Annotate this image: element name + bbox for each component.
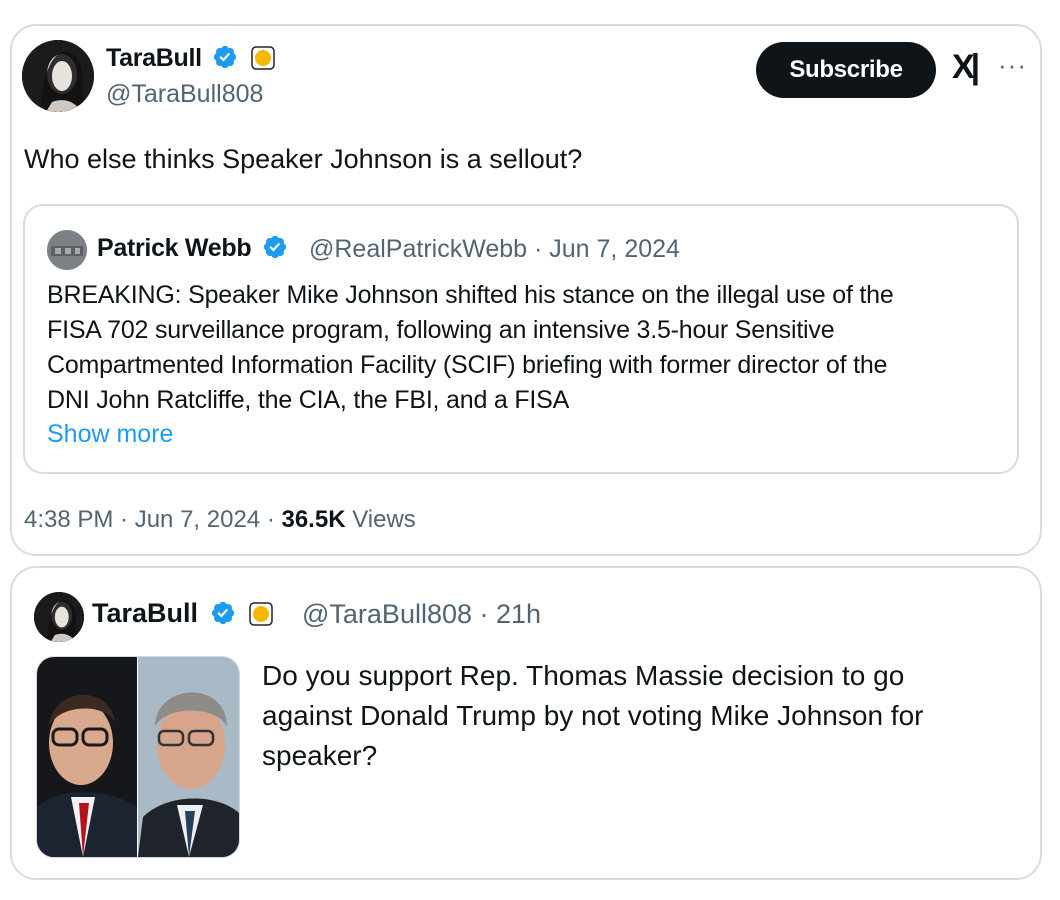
quoted-tweet-text: BREAKING: Speaker Mike Johnson shifted h…: [47, 278, 1007, 418]
quoted-author-avatar[interactable]: [47, 230, 87, 270]
quoted-author-name[interactable]: Patrick Webb: [97, 234, 252, 262]
more-icon[interactable]: ···: [998, 50, 1027, 81]
gold-emoji-icon: [249, 602, 273, 626]
reply-text-line: speaker?: [262, 740, 378, 771]
tweet-timestamp[interactable]: 4:38 PM · Jun 7, 2024 ·: [24, 506, 281, 533]
reply-text-line: against Donald Trump by not voting Mike …: [262, 700, 924, 731]
quoted-text-line: Compartmented Information Facility (SCIF…: [47, 351, 888, 379]
verified-badge-icon: [211, 601, 234, 625]
tweet-footer: 4:38 PM · Jun 7, 2024 · 36.5K Views: [24, 506, 416, 534]
reply-tweet-text: Do you support Rep. Thomas Massie decisi…: [262, 656, 1022, 776]
x-logo-icon[interactable]: X|: [952, 48, 980, 87]
quoted-text-line: DNI John Ratcliffe, the CIA, the FBI, an…: [47, 386, 570, 414]
tweet-text: Who else thinks Speaker Johnson is a sel…: [24, 144, 583, 174]
quoted-text-line: BREAKING: Speaker Mike Johnson shifted h…: [47, 281, 894, 309]
reply-handle-time[interactable]: @TaraBull808 · 21h: [302, 599, 541, 630]
verified-badge-icon: [263, 235, 287, 259]
verified-badge-icon: [214, 45, 237, 69]
quoted-author-name-row: Patrick Webb: [97, 234, 288, 263]
gold-emoji-icon: [251, 46, 275, 70]
author-name[interactable]: TaraBull: [92, 598, 198, 628]
author-name-row: TaraBull: [92, 598, 273, 629]
reply-text-line: Do you support Rep. Thomas Massie decisi…: [262, 660, 905, 691]
quoted-tweet[interactable]: Patrick Webb @RealPatrickWebb · Jun 7, 2…: [23, 204, 1019, 474]
subscribe-button[interactable]: Subscribe: [756, 42, 936, 98]
author-avatar[interactable]: [22, 40, 94, 112]
author-name-row: TaraBull: [106, 44, 275, 73]
quoted-handle-date[interactable]: @RealPatrickWebb · Jun 7, 2024: [309, 235, 680, 264]
views-label: Views: [345, 506, 416, 533]
quoted-text-line: FISA 702 surveillance program, following…: [47, 316, 835, 344]
tweet-image-thumbnail[interactable]: [36, 656, 240, 858]
main-tweet-card: TaraBull @TaraBull808 Subscribe X| ··· W…: [10, 24, 1042, 556]
author-handle[interactable]: @TaraBull808: [106, 80, 263, 109]
author-avatar[interactable]: [34, 592, 84, 642]
author-name[interactable]: TaraBull: [106, 44, 202, 72]
show-more-link[interactable]: Show more: [47, 420, 173, 449]
reply-tweet-card[interactable]: TaraBull @TaraBull808 · 21h Do you suppo…: [10, 566, 1042, 880]
views-count: 36.5K: [281, 506, 346, 533]
